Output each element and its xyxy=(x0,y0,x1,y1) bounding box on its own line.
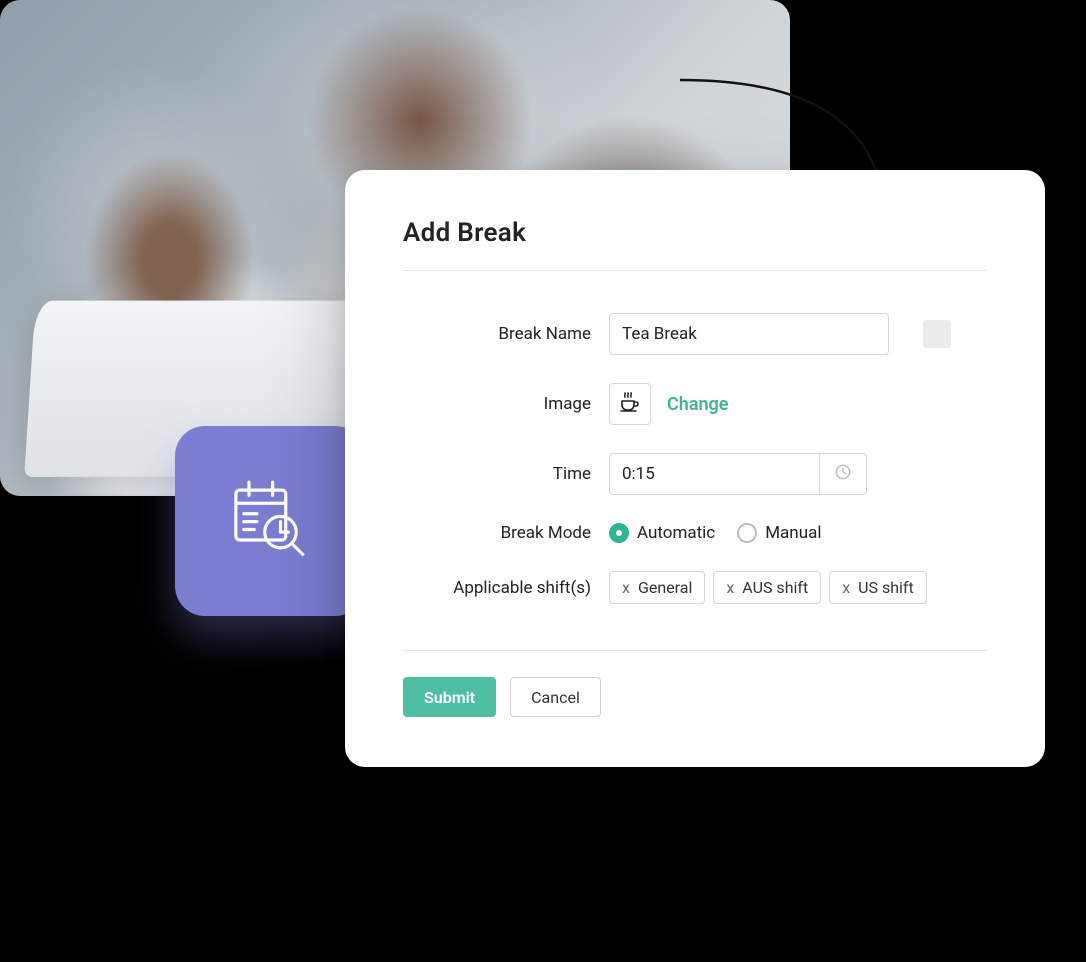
feature-tile xyxy=(175,426,365,616)
add-break-dialog: Add Break Break Name Image xyxy=(345,170,1045,767)
break-mode-manual-radio[interactable]: Manual xyxy=(737,523,821,543)
calendar-magnify-icon xyxy=(228,477,312,565)
chip-remove-icon[interactable]: x xyxy=(842,578,850,597)
break-mode-automatic-radio[interactable]: Automatic xyxy=(609,523,715,543)
time-input[interactable] xyxy=(609,453,819,495)
dialog-title: Add Break xyxy=(403,218,987,248)
break-mode-label: Break Mode xyxy=(403,523,591,543)
shift-chip-general[interactable]: x General xyxy=(609,571,705,604)
chip-label: US shift xyxy=(858,578,914,597)
time-label: Time xyxy=(403,464,591,484)
shift-chip-us[interactable]: x US shift xyxy=(829,571,927,604)
image-label: Image xyxy=(403,394,591,414)
shift-chip-aus[interactable]: x AUS shift xyxy=(713,571,821,604)
change-image-link[interactable]: Change xyxy=(667,394,728,415)
divider xyxy=(403,270,987,271)
radio-dot-icon xyxy=(609,523,629,543)
time-picker-button[interactable] xyxy=(819,453,867,495)
cancel-button[interactable]: Cancel xyxy=(510,677,601,717)
applicable-shifts-label: Applicable shift(s) xyxy=(403,578,591,598)
radio-label: Automatic xyxy=(637,523,715,543)
radio-label: Manual xyxy=(765,523,821,543)
tea-cup-icon xyxy=(618,390,642,418)
submit-button[interactable]: Submit xyxy=(403,677,496,717)
break-name-input[interactable] xyxy=(609,313,889,355)
clock-icon xyxy=(833,462,853,486)
chip-remove-icon[interactable]: x xyxy=(726,578,734,597)
color-swatch[interactable] xyxy=(923,320,951,348)
chip-remove-icon[interactable]: x xyxy=(622,578,630,597)
radio-dot-icon xyxy=(737,523,757,543)
chip-label: AUS shift xyxy=(742,578,808,597)
divider xyxy=(403,650,987,651)
break-name-label: Break Name xyxy=(403,324,591,344)
chip-label: General xyxy=(638,578,692,597)
break-image-preview xyxy=(609,383,651,425)
